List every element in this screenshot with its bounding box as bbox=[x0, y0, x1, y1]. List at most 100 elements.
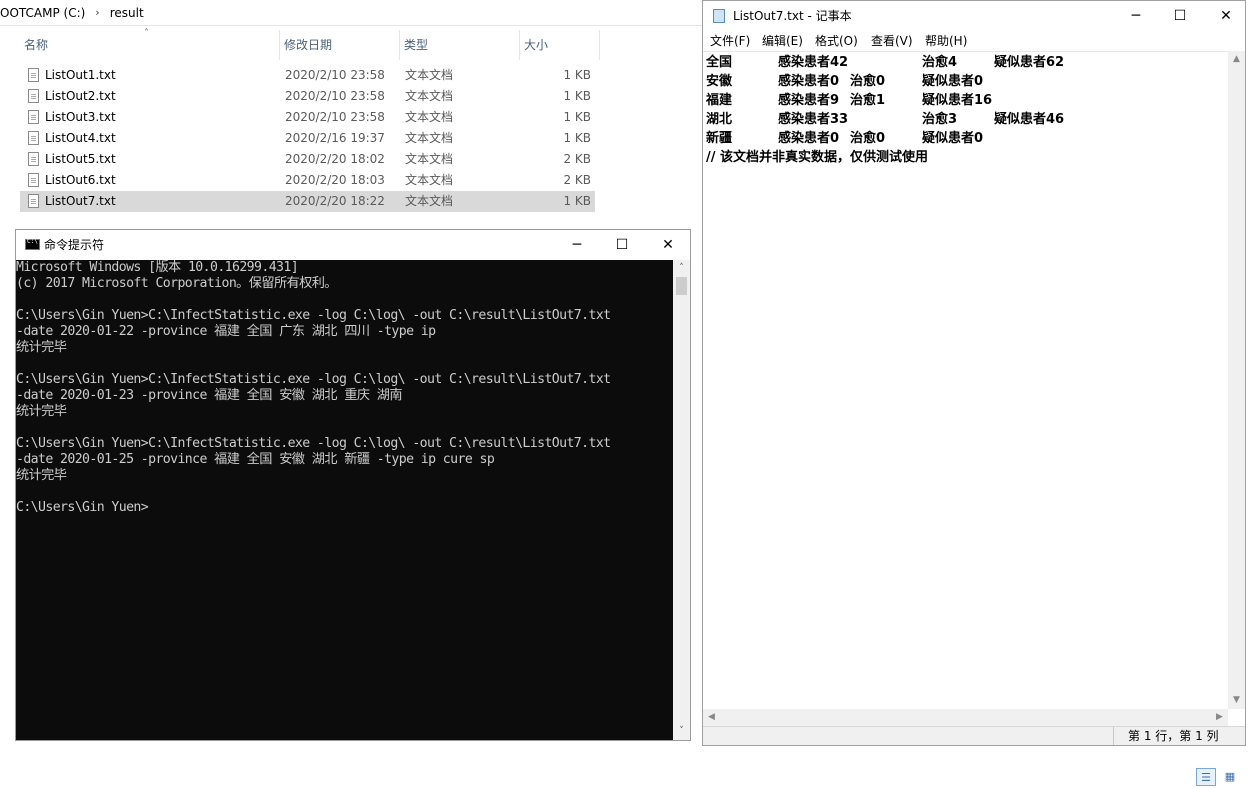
scroll-up-icon[interactable]: ˄ bbox=[673, 260, 690, 277]
file-name: ListOut7.txt bbox=[45, 194, 116, 208]
file-row[interactable]: ListOut6.txt 2020/2/20 18:03 文本文档 2 KB bbox=[20, 170, 595, 191]
console-line: 统计完毕 bbox=[16, 404, 67, 419]
breadcrumb-folder[interactable]: result bbox=[110, 6, 144, 20]
cmd-vertical-scrollbar[interactable]: ˄ ˅ bbox=[673, 260, 690, 740]
cmd-title-bar[interactable]: 命令提示符 ─ ☐ ✕ bbox=[16, 230, 690, 260]
text-line: 新疆 感染患者0 治愈0 疑似患者0 bbox=[706, 129, 1206, 148]
file-date: 2020/2/20 18:03 bbox=[285, 173, 385, 187]
console-line: C:\Users\Gin Yuen>C:\InfectStatistic.exe… bbox=[16, 372, 611, 387]
vertical-scrollbar[interactable]: ▲ ▼ bbox=[1228, 51, 1245, 709]
suspected-count: 疑似患者0 bbox=[922, 74, 984, 89]
file-size: 1 KB bbox=[563, 194, 591, 208]
suspected-count: 疑似患者62 bbox=[994, 55, 1065, 70]
notepad-title-bar[interactable]: ListOut7.txt - 记事本 ─ ☐ ✕ bbox=[703, 1, 1245, 31]
scroll-up-icon[interactable]: ▲ bbox=[1228, 51, 1245, 68]
column-header-size[interactable]: 大小 bbox=[520, 30, 600, 60]
scroll-down-icon[interactable]: ▼ bbox=[1228, 692, 1245, 709]
suspected-count: 疑似患者16 bbox=[922, 93, 993, 108]
infected-count: 感染患者0 bbox=[778, 74, 840, 89]
file-date: 2020/2/20 18:02 bbox=[285, 152, 385, 166]
console-line: C:\Users\Gin Yuen> bbox=[16, 500, 149, 515]
column-header-type[interactable]: 类型 bbox=[400, 30, 520, 60]
console-line: 统计完毕 bbox=[16, 340, 67, 355]
menu-file[interactable]: 文件(F) bbox=[710, 31, 750, 51]
console-line: C:\Users\Gin Yuen>C:\InfectStatistic.exe… bbox=[16, 308, 611, 323]
file-name: ListOut3.txt bbox=[45, 110, 116, 124]
text-file-icon bbox=[28, 110, 39, 124]
notepad-icon bbox=[713, 9, 725, 23]
console-line: -date 2020-01-22 -province 福建 全国 广东 湖北 四… bbox=[16, 324, 436, 339]
text-editor-area[interactable]: 全国 感染患者42 治愈4 疑似患者62 安徽 感染患者0 治愈0 疑似患者0 福建 感染患者9 治… bbox=[703, 51, 1228, 710]
text-file-icon bbox=[28, 173, 39, 187]
file-row[interactable]: ListOut2.txt 2020/2/10 23:58 文本文档 1 KB bbox=[20, 86, 595, 107]
file-row[interactable]: ListOut1.txt 2020/2/10 23:58 文本文档 1 KB bbox=[20, 65, 595, 86]
file-date: 2020/2/10 23:58 bbox=[285, 110, 385, 124]
menu-view[interactable]: 查看(V) bbox=[871, 31, 913, 51]
console-line: (c) 2017 Microsoft Corporation。保留所有权利。 bbox=[16, 276, 337, 291]
file-name: ListOut2.txt bbox=[45, 89, 116, 103]
console-line: C:\Users\Gin Yuen>C:\InfectStatistic.exe… bbox=[16, 436, 611, 451]
text-line: 湖北 感染患者33 治愈3 疑似患者46 bbox=[706, 110, 1206, 129]
cured-count: 治愈0 bbox=[850, 131, 886, 146]
file-name: ListOut1.txt bbox=[45, 68, 116, 82]
text-file-icon bbox=[28, 68, 39, 82]
minimize-button[interactable]: ─ bbox=[1113, 1, 1159, 31]
menu-edit[interactable]: 编辑(E) bbox=[762, 31, 803, 51]
cmd-minimize-button[interactable]: ─ bbox=[554, 230, 600, 260]
text-file-icon bbox=[28, 194, 39, 208]
file-type: 文本文档 bbox=[405, 110, 454, 124]
menu-bar: 文件(F) 编辑(E) 格式(O) 查看(V) 帮助(H) bbox=[703, 31, 1245, 51]
menu-format[interactable]: 格式(O) bbox=[815, 31, 858, 51]
file-date: 2020/2/10 23:58 bbox=[285, 68, 385, 82]
cured-count: 治愈0 bbox=[850, 74, 886, 89]
file-type: 文本文档 bbox=[405, 173, 454, 187]
file-type: 文本文档 bbox=[405, 68, 454, 82]
scroll-left-icon[interactable]: ◀ bbox=[703, 709, 720, 726]
note-comment: // 该文档并非真实数据，仅供测试使用 bbox=[706, 150, 929, 165]
details-view-icon[interactable]: ☰ bbox=[1196, 768, 1216, 786]
file-row[interactable]: ListOut3.txt 2020/2/10 23:58 文本文档 1 KB bbox=[20, 107, 595, 128]
suspected-count: 疑似患者0 bbox=[922, 131, 984, 146]
column-header-name[interactable]: 名称 bbox=[20, 30, 280, 60]
scroll-down-icon[interactable]: ˅ bbox=[673, 723, 690, 740]
file-size: 1 KB bbox=[563, 89, 591, 103]
infected-count: 感染患者33 bbox=[778, 112, 849, 127]
cured-count: 治愈4 bbox=[922, 55, 958, 70]
close-button[interactable]: ✕ bbox=[1203, 1, 1249, 31]
file-name: ListOut4.txt bbox=[45, 131, 116, 145]
chevron-right-icon[interactable]: › bbox=[95, 6, 99, 19]
province-name: 安徽 bbox=[706, 74, 733, 89]
scroll-thumb[interactable] bbox=[676, 277, 687, 295]
province-name: 福建 bbox=[706, 93, 733, 108]
file-row[interactable]: ListOut5.txt 2020/2/20 18:02 文本文档 2 KB bbox=[20, 149, 595, 170]
file-date: 2020/2/10 23:58 bbox=[285, 89, 385, 103]
file-type: 文本文档 bbox=[405, 152, 454, 166]
scroll-right-icon[interactable]: ▶ bbox=[1211, 709, 1228, 726]
cmd-close-button[interactable]: ✕ bbox=[645, 230, 691, 260]
file-date: 2020/2/16 19:37 bbox=[285, 131, 385, 145]
file-type: 文本文档 bbox=[405, 131, 454, 145]
file-type: 文本文档 bbox=[405, 89, 454, 103]
file-row[interactable]: ListOut4.txt 2020/2/16 19:37 文本文档 1 KB bbox=[20, 128, 595, 149]
breadcrumb: OOTCAMP (C:) › result bbox=[0, 0, 702, 26]
console-line: 统计完毕 bbox=[16, 468, 67, 483]
file-size: 1 KB bbox=[563, 131, 591, 145]
large-icons-view-icon[interactable]: ▦ bbox=[1220, 768, 1240, 786]
console-output[interactable]: Microsoft Windows [版本 10.0.16299.431] (c)… bbox=[16, 260, 673, 740]
file-size: 2 KB bbox=[563, 173, 591, 187]
file-name: ListOut5.txt bbox=[45, 152, 116, 166]
horizontal-scrollbar[interactable]: ◀ ▶ bbox=[703, 709, 1228, 726]
console-line: Microsoft Windows [版本 10.0.16299.431] bbox=[16, 260, 299, 275]
cmd-maximize-button[interactable]: ☐ bbox=[599, 230, 645, 260]
file-name: ListOut6.txt bbox=[45, 173, 116, 187]
maximize-button[interactable]: ☐ bbox=[1157, 1, 1203, 31]
file-row[interactable]: ListOut7.txt 2020/2/20 18:22 文本文档 1 KB bbox=[20, 191, 595, 212]
cursor-position: 第 1 行，第 1 列 bbox=[1113, 727, 1245, 745]
text-file-icon bbox=[28, 131, 39, 145]
breadcrumb-drive[interactable]: OOTCAMP (C:) bbox=[0, 6, 85, 20]
menu-help[interactable]: 帮助(H) bbox=[925, 31, 967, 51]
column-header-date[interactable]: 修改日期 bbox=[280, 30, 400, 60]
text-file-icon bbox=[28, 152, 39, 166]
file-type: 文本文档 bbox=[405, 194, 454, 208]
text-line: 福建 感染患者9 治愈1 疑似患者16 bbox=[706, 91, 1206, 110]
